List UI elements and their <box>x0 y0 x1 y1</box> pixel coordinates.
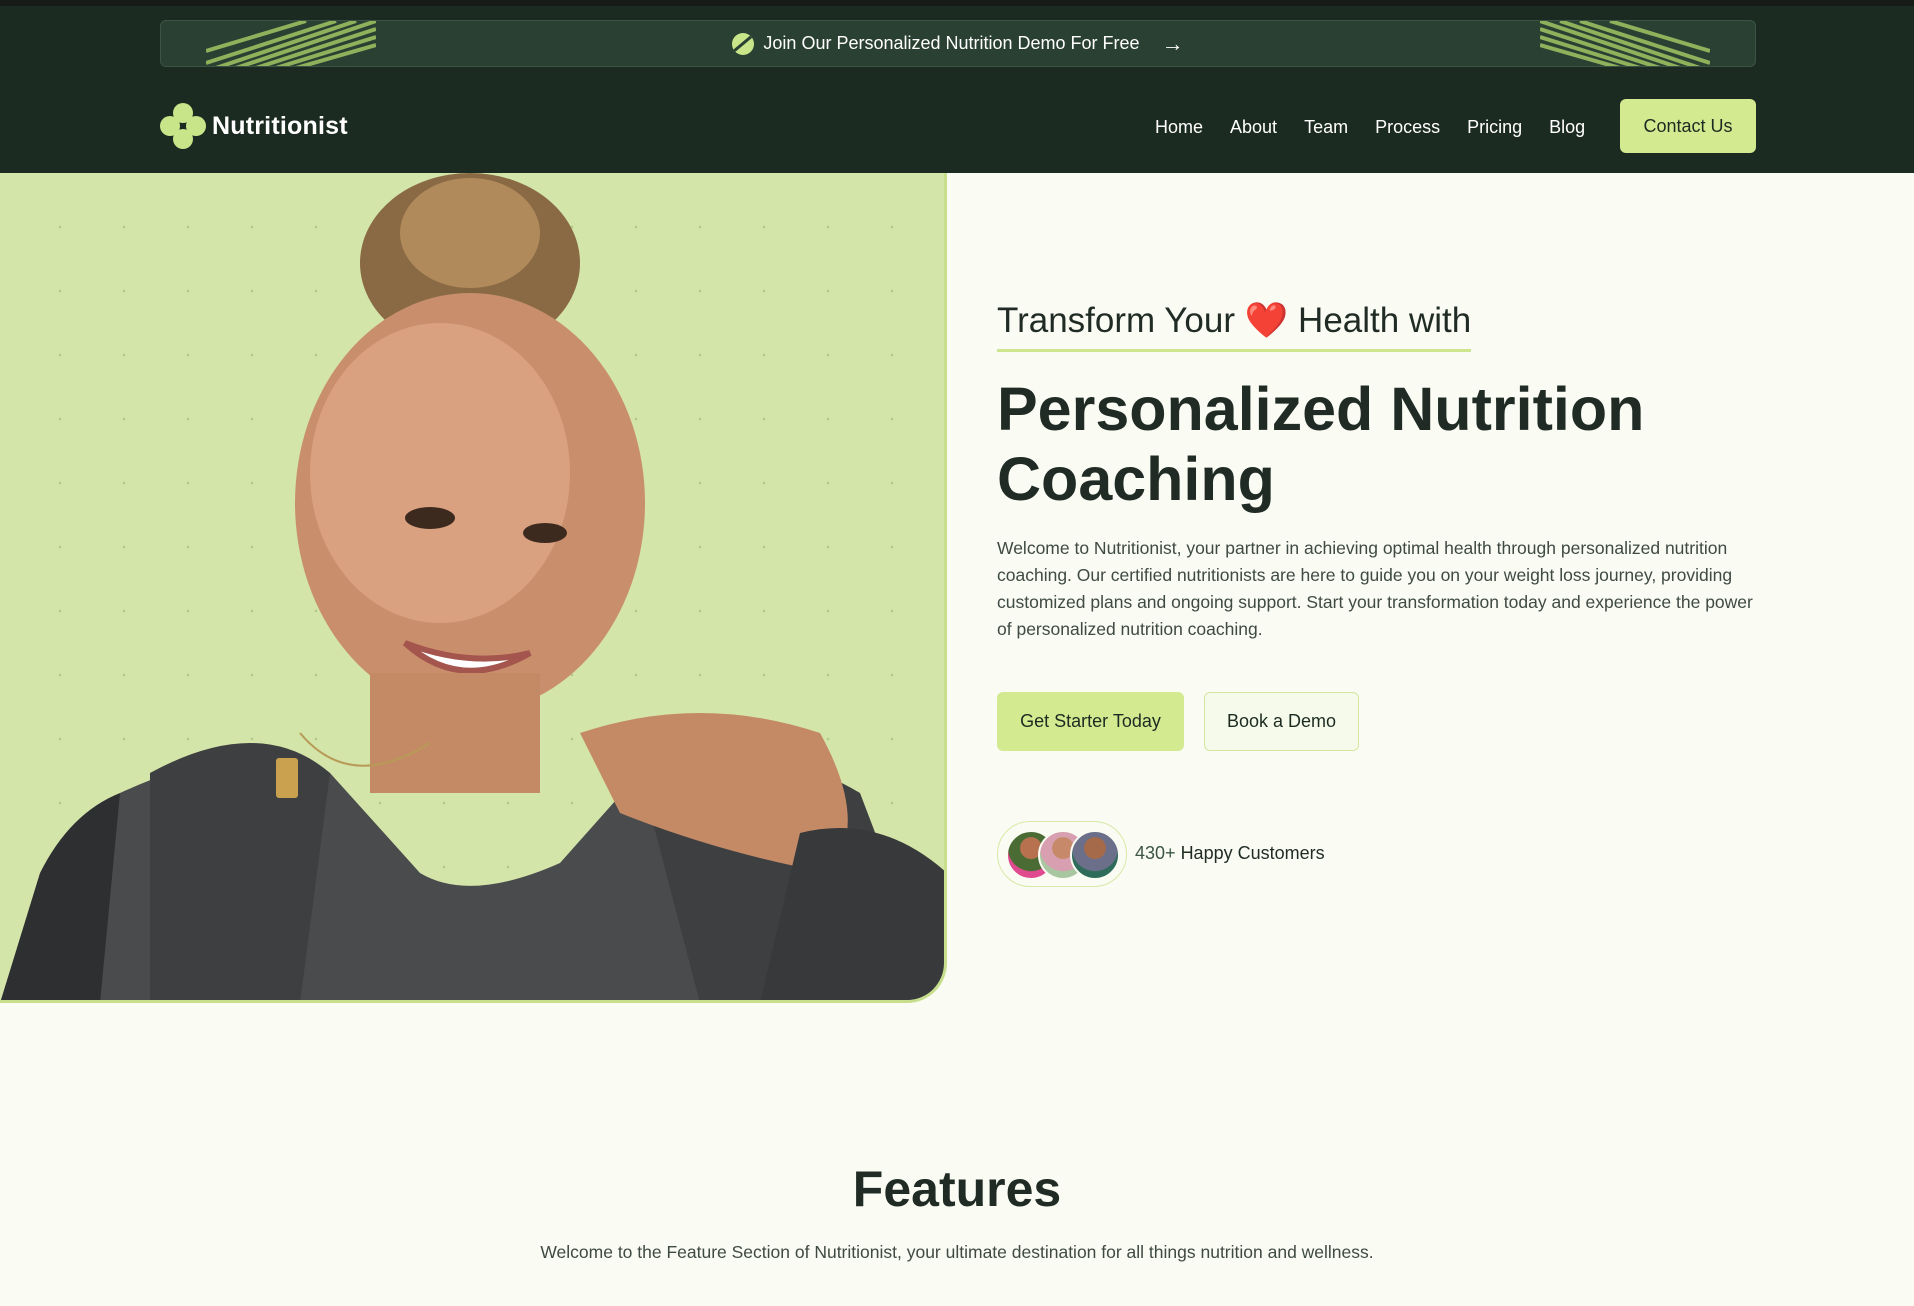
nav-item-blog[interactable]: Blog <box>1549 117 1585 138</box>
site-header: Join Our Personalized Nutrition Demo For… <box>0 6 1914 173</box>
tagline-text-start: Transform Your <box>997 301 1235 340</box>
hero-headline: Personalized Nutrition Coaching <box>997 375 1645 513</box>
customer-avatars <box>997 821 1127 887</box>
clover-logo-icon <box>160 103 206 149</box>
features-subtitle: Welcome to the Feature Section of Nutrit… <box>540 1242 1374 1262</box>
happy-customers-label: 430+ Happy Customers <box>1135 843 1325 864</box>
leaf-badge-icon <box>732 32 755 55</box>
get-started-button[interactable]: Get Starter Today <box>997 692 1184 751</box>
heart-icon: ❤️ <box>1244 301 1289 340</box>
features-title: Features <box>852 1161 1062 1217</box>
hero-tagline: Transform Your ❤️ Health with <box>997 300 1472 352</box>
promo-text: Join Our Personalized Nutrition Demo For… <box>763 33 1140 53</box>
hero-image <box>0 173 947 1003</box>
brand-name: Nutritionist <box>212 111 348 140</box>
customers-text: Happy Customers <box>1180 843 1325 863</box>
nav-item-home[interactable]: Home <box>1155 117 1203 138</box>
nav-item-pricing[interactable]: Pricing <box>1467 117 1522 138</box>
brand-logo[interactable]: Nutritionist <box>160 103 348 149</box>
decorative-stripes <box>1540 21 1710 66</box>
book-demo-button[interactable]: Book a Demo <box>1204 692 1359 751</box>
main-nav: Home About Team Process Pricing Blog <box>1155 117 1612 138</box>
decorative-stripes <box>206 21 376 66</box>
nav-item-process[interactable]: Process <box>1375 117 1440 138</box>
hero-intro: Welcome to Nutritionist, your partner in… <box>997 538 1753 639</box>
promo-banner[interactable]: Join Our Personalized Nutrition Demo For… <box>160 20 1756 67</box>
avatar <box>1070 830 1120 880</box>
nav-item-team[interactable]: Team <box>1304 117 1348 138</box>
tagline-text-end: Health with <box>1298 301 1472 340</box>
nav-item-about[interactable]: About <box>1230 117 1277 138</box>
hero-portrait-illustration <box>0 173 944 1000</box>
arrow-right-icon[interactable]: → <box>1162 31 1184 57</box>
customers-count: 430+ <box>1135 843 1176 863</box>
contact-us-button[interactable]: Contact Us <box>1620 99 1756 153</box>
